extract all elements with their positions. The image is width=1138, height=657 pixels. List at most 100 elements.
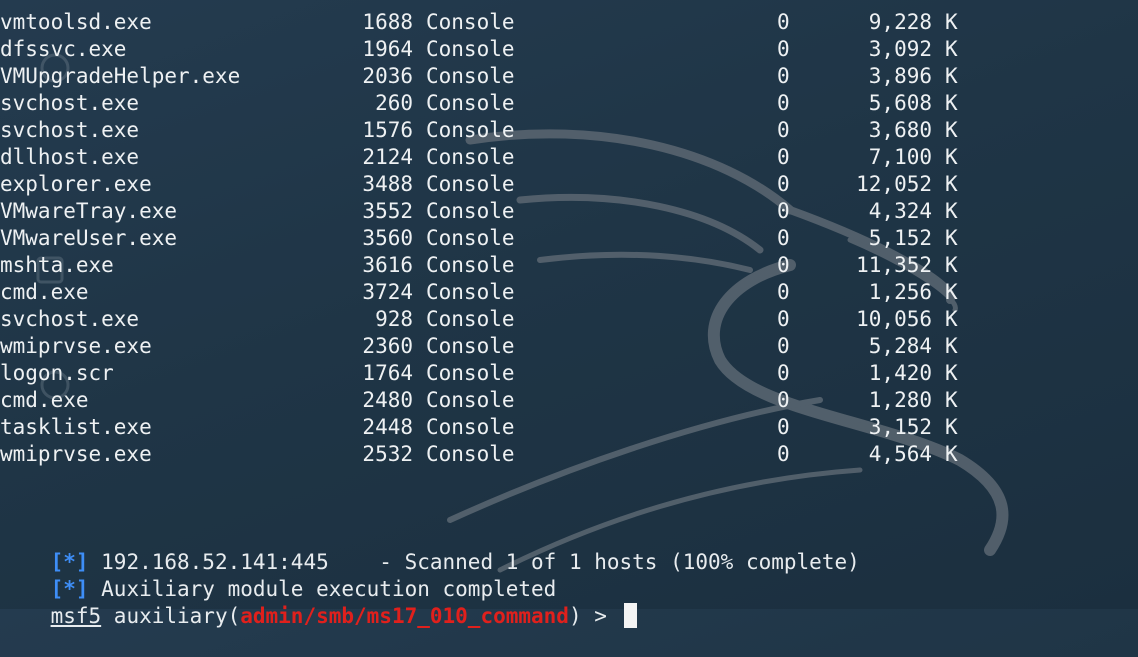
process-name: cmd.exe	[0, 280, 89, 304]
process-session: Console	[426, 388, 515, 412]
process-memory-unit: K	[945, 442, 958, 466]
process-name: VMwareUser.exe	[0, 226, 178, 250]
process-pid: 3724	[362, 280, 413, 304]
process-session-number: 0	[777, 280, 790, 304]
process-memory: 5,152	[868, 226, 932, 250]
process-memory: 12,052	[856, 172, 932, 196]
process-memory-unit: K	[945, 361, 958, 385]
process-pid: 2448	[362, 415, 413, 439]
process-session-number: 0	[777, 253, 790, 277]
process-session-number: 0	[777, 10, 790, 34]
process-name: cmd.exe	[0, 388, 89, 412]
process-memory-unit: K	[945, 199, 958, 223]
process-pid: 3616	[362, 253, 413, 277]
process-memory: 5,284	[868, 334, 932, 358]
process-name: dllhost.exe	[0, 145, 140, 169]
process-session-number: 0	[777, 172, 790, 196]
process-memory: 4,324	[868, 199, 932, 223]
process-name: mshta.exe	[0, 253, 114, 277]
process-memory-unit: K	[945, 307, 958, 331]
process-session: Console	[426, 145, 515, 169]
process-memory-unit: K	[945, 415, 958, 439]
process-session-number: 0	[777, 145, 790, 169]
process-pid: 3560	[362, 226, 413, 250]
process-session-number: 0	[777, 388, 790, 412]
process-memory: 4,564	[868, 442, 932, 466]
process-session-number: 0	[777, 415, 790, 439]
process-pid: 1764	[362, 361, 413, 385]
process-session: Console	[426, 415, 515, 439]
process-session: Console	[426, 280, 515, 304]
process-memory-unit: K	[945, 10, 958, 34]
process-name: VMwareTray.exe	[0, 199, 178, 223]
status-line-completed: [*] Auxiliary module execution completed	[0, 549, 557, 601]
process-pid: 928	[375, 307, 413, 331]
process-session: Console	[426, 253, 515, 277]
process-memory-unit: K	[945, 91, 958, 115]
process-session: Console	[426, 172, 515, 196]
process-session: Console	[426, 307, 515, 331]
process-session-number: 0	[777, 361, 790, 385]
process-pid: 3552	[362, 199, 413, 223]
process-pid: 2360	[362, 334, 413, 358]
process-memory: 11,352	[856, 253, 932, 277]
process-name: explorer.exe	[0, 172, 152, 196]
process-name: dfssvc.exe	[0, 37, 127, 61]
process-memory: 3,092	[868, 37, 932, 61]
process-memory-unit: K	[945, 37, 958, 61]
process-memory: 10,056	[856, 307, 932, 331]
process-memory: 5,608	[868, 91, 932, 115]
process-memory: 1,420	[868, 361, 932, 385]
process-pid: 260	[375, 91, 413, 115]
process-pid: 2480	[362, 388, 413, 412]
process-session-number: 0	[777, 64, 790, 88]
process-pid: 1688	[362, 10, 413, 34]
process-memory: 1,280	[868, 388, 932, 412]
process-session: Console	[426, 10, 515, 34]
process-name: vmtoolsd.exe	[0, 10, 152, 34]
process-memory-unit: K	[945, 253, 958, 277]
process-session-number: 0	[777, 226, 790, 250]
process-session: Console	[426, 361, 515, 385]
process-session-number: 0	[777, 442, 790, 466]
process-name: svchost.exe	[0, 307, 140, 331]
process-session: Console	[426, 442, 515, 466]
process-session-number: 0	[777, 334, 790, 358]
process-memory: 3,680	[868, 118, 932, 142]
process-pid: 2532	[362, 442, 413, 466]
process-memory: 1,256	[868, 280, 932, 304]
process-pid: 2124	[362, 145, 413, 169]
process-session: Console	[426, 64, 515, 88]
process-memory: 7,100	[868, 145, 932, 169]
status-line-scanned: [*] 192.168.52.141:445 - Scanned 1 of 1 …	[0, 522, 860, 574]
command-prompt[interactable]: msf5 auxiliary(admin/smb/ms17_010_comman…	[0, 576, 637, 628]
process-pid: 1576	[362, 118, 413, 142]
process-memory-unit: K	[945, 388, 958, 412]
process-name: svchost.exe	[0, 91, 140, 115]
prompt-prefix: auxiliary(	[101, 604, 241, 628]
process-session: Console	[426, 334, 515, 358]
process-pid: 1964	[362, 37, 413, 61]
process-pid: 2036	[362, 64, 413, 88]
text-cursor[interactable]	[623, 603, 637, 628]
process-session: Console	[426, 199, 515, 223]
process-memory-unit: K	[945, 172, 958, 196]
process-name: VMUpgradeHelper.exe	[0, 64, 241, 88]
process-name: tasklist.exe	[0, 415, 152, 439]
process-name: wmiprvse.exe	[0, 334, 152, 358]
process-session-number: 0	[777, 199, 790, 223]
process-session-number: 0	[777, 91, 790, 115]
process-session-number: 0	[777, 118, 790, 142]
terminal-window[interactable]: vmtoolsd.exe 1688 Console 0 9,228 Kdfssvc.exe…	[0, 0, 1138, 628]
process-session: Console	[426, 91, 515, 115]
process-session: Console	[426, 37, 515, 61]
prompt-module: admin/smb/ms17_010_command	[240, 604, 569, 628]
process-pid: 3488	[362, 172, 413, 196]
process-name: svchost.exe	[0, 118, 140, 142]
process-memory-unit: K	[945, 334, 958, 358]
process-memory-unit: K	[945, 226, 958, 250]
process-name: logon.scr	[0, 361, 114, 385]
prompt-msf: msf5	[50, 604, 102, 628]
process-session: Console	[426, 118, 515, 142]
process-memory: 3,896	[868, 64, 932, 88]
